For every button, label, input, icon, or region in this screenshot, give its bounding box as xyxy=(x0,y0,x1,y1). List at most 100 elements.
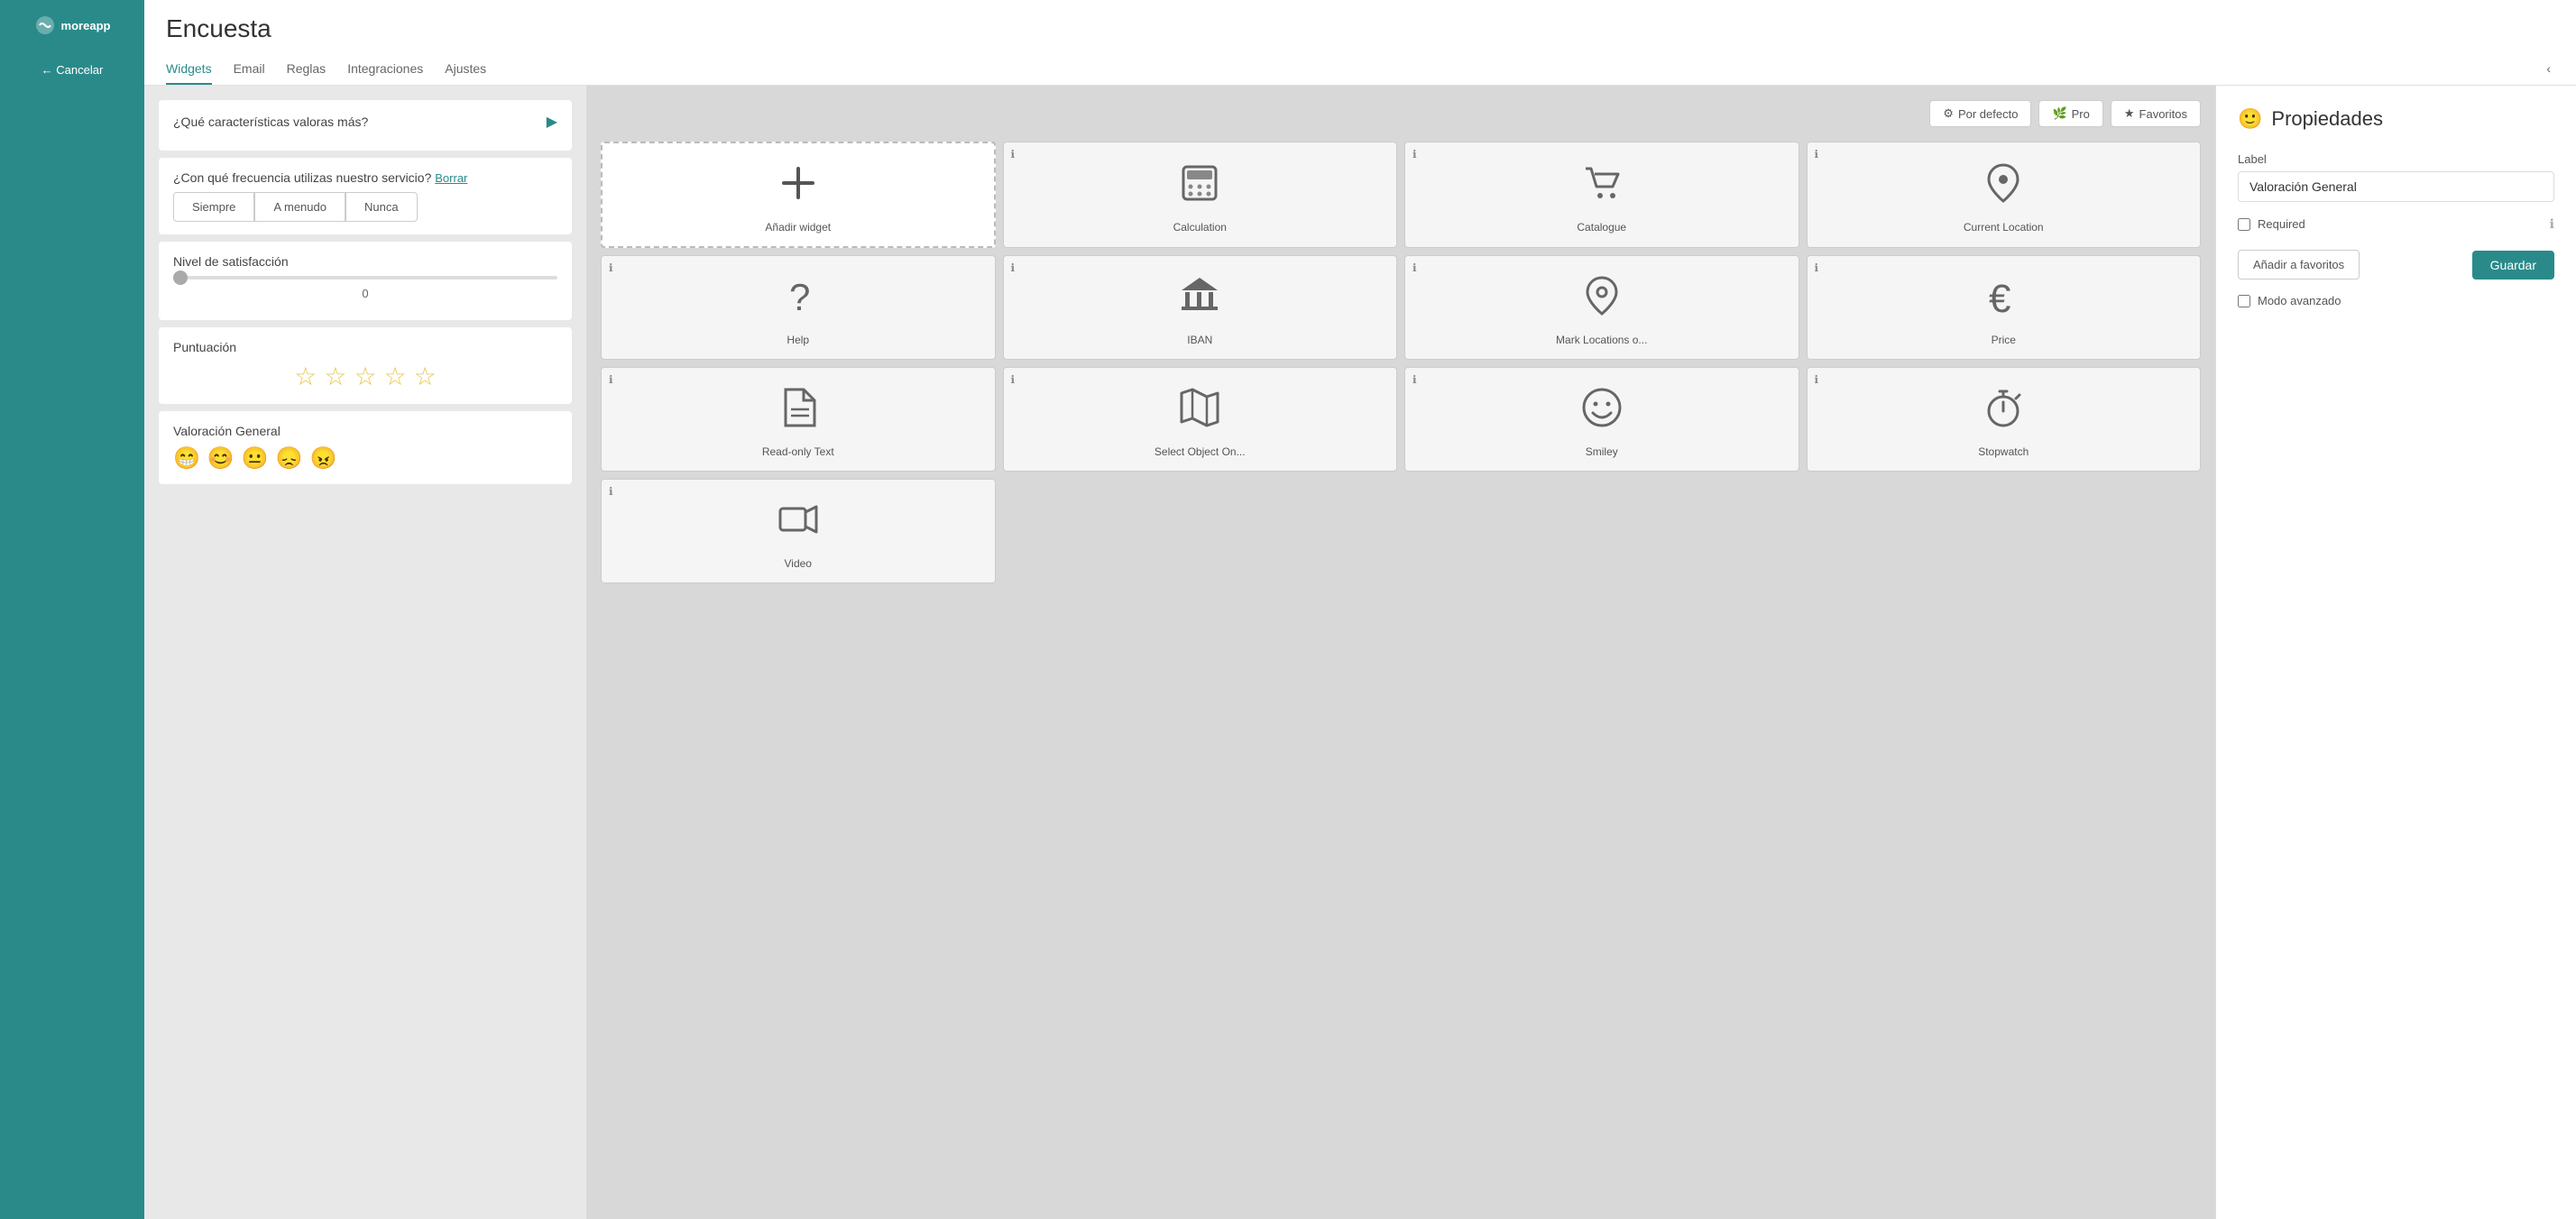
widget-smiley[interactable]: ℹ Smiley xyxy=(1404,367,1799,472)
expand-arrow-icon[interactable]: ▶ xyxy=(547,113,557,131)
widget-mark-locations[interactable]: ℹ Mark Locations o... xyxy=(1404,255,1799,360)
content-area: ¿Qué características valoras más? ▶ ¿Con… xyxy=(144,86,2576,1219)
required-checkbox[interactable] xyxy=(2238,218,2250,231)
info-icon[interactable]: ℹ xyxy=(1011,373,1016,386)
info-icon[interactable]: ℹ xyxy=(1011,148,1016,160)
slider-container: 0 xyxy=(173,269,557,307)
smiley-1[interactable]: 😁 xyxy=(173,445,200,472)
widget-catalogue[interactable]: ℹ Catalogue xyxy=(1404,142,1799,248)
cart-icon xyxy=(1580,161,1624,214)
calculator-icon xyxy=(1178,161,1221,214)
smiley-icon xyxy=(1580,386,1624,438)
star-1[interactable]: ☆ xyxy=(294,362,317,391)
radio-amenudo[interactable]: A menudo xyxy=(254,192,345,222)
info-icon[interactable]: ℹ xyxy=(1815,261,1819,274)
radio-nunca[interactable]: Nunca xyxy=(345,192,418,222)
widget-iban[interactable]: ℹ IBAN xyxy=(1003,255,1398,360)
form-item-puntuacion: Puntuación ☆ ☆ ☆ ☆ ☆ xyxy=(159,327,572,404)
app-logo: moreapp xyxy=(34,14,111,36)
widget-toolbar: ⚙ Por defecto 🌿 Pro ★ Favoritos xyxy=(601,100,2201,127)
form-item-caracteristicas[interactable]: ¿Qué características valoras más? ▶ xyxy=(159,100,572,151)
star-3[interactable]: ☆ xyxy=(354,362,376,391)
widget-readonly-text[interactable]: ℹ Read-only Text xyxy=(601,367,996,472)
toolbar-favoritos[interactable]: ★ Favoritos xyxy=(2111,100,2201,127)
toolbar-pro[interactable]: 🌿 Pro xyxy=(2038,100,2102,127)
star-5[interactable]: ☆ xyxy=(414,362,437,391)
info-icon[interactable]: ℹ xyxy=(1815,373,1819,386)
location-icon xyxy=(1580,274,1624,326)
star-2[interactable]: ☆ xyxy=(324,362,346,391)
tab-reglas[interactable]: Reglas xyxy=(287,54,327,85)
required-label: Required xyxy=(2258,217,2305,231)
map-icon xyxy=(1178,386,1221,438)
widget-calculation[interactable]: ℹ Calculation xyxy=(1003,142,1398,248)
advanced-label: Modo avanzado xyxy=(2258,294,2341,307)
required-info-icon: ℹ xyxy=(2550,216,2554,232)
info-icon[interactable]: ℹ xyxy=(609,373,613,386)
satisfaction-slider[interactable] xyxy=(173,276,557,280)
radio-siempre[interactable]: Siempre xyxy=(173,192,254,222)
header: Encuesta Widgets Email Reglas Integracio… xyxy=(144,0,2576,86)
smiley-2[interactable]: 😊 xyxy=(207,445,235,472)
pin-icon xyxy=(1982,161,2025,214)
stopwatch-icon xyxy=(1982,386,2025,438)
widget-add[interactable]: Añadir widget xyxy=(601,142,996,248)
stars-rating[interactable]: ☆ ☆ ☆ ☆ ☆ xyxy=(173,362,557,391)
widget-stopwatch[interactable]: ℹ Stopwatch xyxy=(1807,367,2202,472)
toolbar-por-defecto[interactable]: ⚙ Por defecto xyxy=(1929,100,2031,127)
info-icon[interactable]: ℹ xyxy=(609,261,613,274)
widget-select-object[interactable]: ℹ Select Object On... xyxy=(1003,367,1398,472)
save-button[interactable]: Guardar xyxy=(2472,251,2554,280)
main-content: Encuesta Widgets Email Reglas Integracio… xyxy=(144,0,2576,1219)
info-icon[interactable]: ℹ xyxy=(1011,261,1016,274)
tab-integraciones[interactable]: Integraciones xyxy=(347,54,423,85)
info-icon[interactable]: ℹ xyxy=(1815,148,1819,160)
advanced-mode-row: Modo avanzado xyxy=(2238,294,2554,307)
prop-actions: Añadir a favoritos Guardar xyxy=(2238,250,2554,280)
info-icon[interactable]: ℹ xyxy=(1412,373,1417,386)
properties-panel: 🙂 Propiedades Label Required ℹ Añadir a … xyxy=(2215,86,2576,1219)
form-panel: ¿Qué características valoras más? ▶ ¿Con… xyxy=(144,86,586,1219)
required-row: Required ℹ xyxy=(2238,216,2554,232)
delete-link[interactable]: Borrar xyxy=(435,171,467,185)
smiley-row: 😁 😊 😐 😞 😠 xyxy=(173,445,557,472)
info-icon[interactable]: ℹ xyxy=(1412,261,1417,274)
info-icon[interactable]: ℹ xyxy=(1412,148,1417,160)
tab-email[interactable]: Email xyxy=(234,54,265,85)
properties-title: 🙂 Propiedades xyxy=(2238,107,2554,131)
tab-widgets[interactable]: Widgets xyxy=(166,54,212,85)
page-title: Encuesta xyxy=(166,14,2554,43)
svg-text:?: ? xyxy=(789,276,810,317)
radio-group-frecuencia: Siempre A menudo Nunca xyxy=(173,192,557,222)
add-favorites-button[interactable]: Añadir a favoritos xyxy=(2238,250,2360,280)
question-icon: ? xyxy=(777,274,820,326)
sidebar: moreapp ← Cancelar xyxy=(0,0,144,1219)
form-item-satisfaccion: Nivel de satisfacción 0 xyxy=(159,242,572,320)
tab-ajustes[interactable]: Ajustes xyxy=(445,54,486,85)
cancel-button[interactable]: ← Cancelar xyxy=(41,63,104,77)
widget-video[interactable]: ℹ Video xyxy=(601,479,996,583)
video-icon xyxy=(777,498,820,550)
widgets-panel: ⚙ Por defecto 🌿 Pro ★ Favoritos xyxy=(586,86,2215,1219)
doc-icon xyxy=(777,386,820,438)
advanced-checkbox[interactable] xyxy=(2238,295,2250,307)
widget-price[interactable]: ℹ € Price xyxy=(1807,255,2202,360)
widget-grid: Añadir widget ℹ Calculation ℹ Cata xyxy=(601,142,2201,583)
smiley-title-icon: 🙂 xyxy=(2238,107,2262,131)
smiley-5[interactable]: 😠 xyxy=(310,445,337,472)
widget-help[interactable]: ℹ ? Help xyxy=(601,255,996,360)
tab-collapse-button[interactable]: ‹ xyxy=(2543,54,2554,85)
star-icon: ⚙ xyxy=(1943,106,1954,121)
widget-current-location[interactable]: ℹ Current Location xyxy=(1807,142,2202,248)
info-icon[interactable]: ℹ xyxy=(609,485,613,498)
star-4[interactable]: ☆ xyxy=(384,362,407,391)
smiley-3[interactable]: 😐 xyxy=(242,445,269,472)
label-field-label: Label xyxy=(2238,152,2554,166)
leaf-icon: 🌿 xyxy=(2052,106,2066,121)
label-input[interactable] xyxy=(2238,171,2554,202)
form-item-valoracion: Valoración General 😁 😊 😐 😞 😠 xyxy=(159,411,572,484)
smiley-4[interactable]: 😞 xyxy=(276,445,303,472)
star-filled-icon: ★ xyxy=(2124,106,2135,121)
form-item-frecuencia: ¿Con qué frecuencia utilizas nuestro ser… xyxy=(159,158,572,234)
tabs-bar: Widgets Email Reglas Integraciones Ajust… xyxy=(166,54,2554,85)
